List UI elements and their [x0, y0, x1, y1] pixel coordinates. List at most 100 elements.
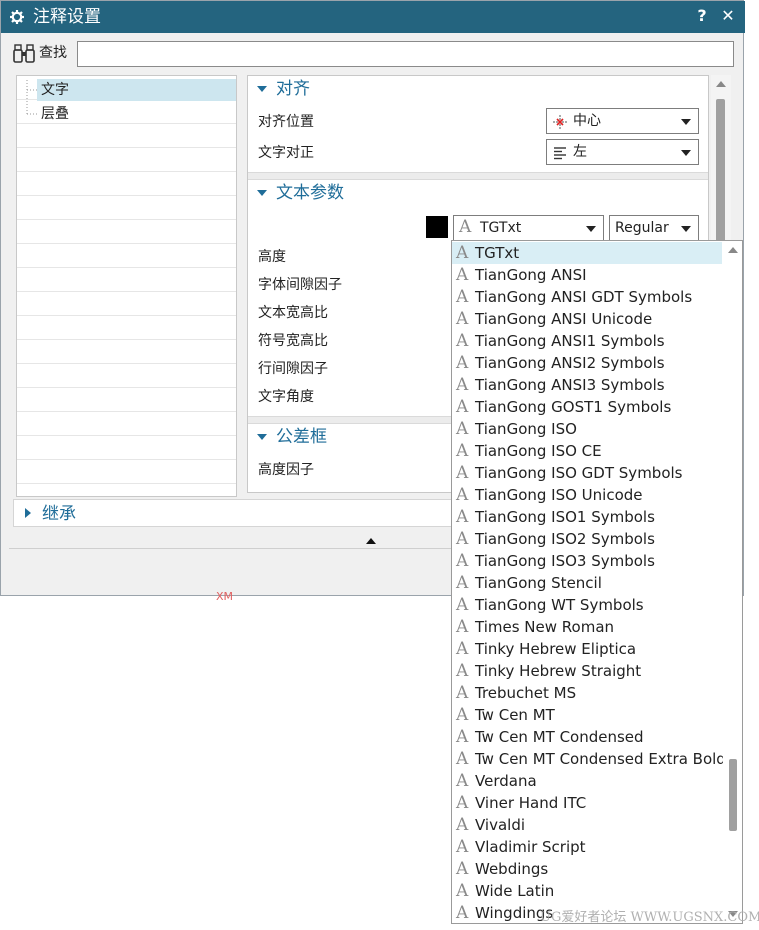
text-justify-select[interactable]: 左: [546, 139, 699, 165]
font-option[interactable]: A TianGong ISO GDT Symbols: [452, 462, 722, 484]
font-style-select[interactable]: Regular: [609, 215, 699, 241]
font-option-label: TianGong ISO: [475, 420, 577, 438]
font-option[interactable]: A TianGong WT Symbols: [452, 594, 722, 616]
font-option-label: TianGong GOST1 Symbols: [475, 398, 672, 416]
find-label: 查找: [39, 45, 67, 61]
chevron-down-icon: [681, 150, 691, 156]
font-icon: A: [456, 485, 469, 505]
font-icon: A: [456, 815, 469, 835]
font-icon: A: [456, 265, 469, 285]
font-icon: A: [456, 617, 469, 637]
font-option[interactable]: A TianGong ISO2 Symbols: [452, 528, 722, 550]
font-icon: A: [456, 331, 469, 351]
section-divider: [248, 172, 708, 180]
align-position-value: 中心: [573, 113, 601, 129]
font-option-label: Tw Cen MT Condensed: [475, 728, 644, 746]
font-icon: A: [456, 309, 469, 329]
scroll-up-icon[interactable]: [716, 81, 726, 87]
font-option[interactable]: A TianGong ANSI2 Symbols: [452, 352, 722, 374]
binoculars-icon: [13, 44, 35, 63]
font-option-label: Tinky Hebrew Straight: [475, 662, 642, 680]
align-position-select[interactable]: 中心: [546, 108, 699, 134]
param-label-height: 高度: [258, 249, 286, 265]
font-icon: A: [456, 705, 469, 725]
font-value: TGTxt: [480, 220, 522, 236]
font-option[interactable]: A Vivaldi: [452, 814, 722, 836]
font-option[interactable]: A Verdana: [452, 770, 722, 792]
chevron-down-icon: [681, 119, 691, 125]
font-option-label: Times New Roman: [475, 618, 615, 636]
font-option[interactable]: A TGTxt: [452, 242, 722, 264]
font-option[interactable]: A TianGong Stencil: [452, 572, 722, 594]
font-option[interactable]: A Vladimir Script: [452, 836, 722, 858]
align-left-icon: [554, 147, 566, 160]
font-option[interactable]: A Tw Cen MT Condensed Extra Bold: [452, 748, 726, 770]
font-option-label: Vivaldi: [475, 816, 526, 834]
font-option[interactable]: A Viner Hand ITC: [452, 792, 722, 814]
chevron-down-icon: [681, 226, 691, 232]
font-option[interactable]: A TianGong ISO: [452, 418, 722, 440]
param-label-text-aspect: 文本宽高比: [258, 305, 328, 321]
font-option[interactable]: A Tw Cen MT: [452, 704, 722, 726]
font-icon: A: [456, 375, 469, 395]
section-text-params-header[interactable]: 文本参数: [248, 180, 708, 208]
font-option-label: Tw Cen MT Condensed Extra Bold: [475, 750, 726, 768]
font-option[interactable]: A Tinky Hebrew Eliptica: [452, 638, 722, 660]
section-align-title: 对齐: [276, 79, 310, 99]
font-option-label: Webdings: [475, 860, 549, 878]
param-label-text-angle: 文字角度: [258, 389, 314, 405]
font-option[interactable]: A TianGong ISO CE: [452, 440, 722, 462]
settings-tree: 文字 层叠: [16, 75, 237, 497]
section-inherit-title: 继承: [42, 504, 76, 524]
text-color-swatch[interactable]: [426, 216, 448, 238]
font-option[interactable]: A Trebuchet MS: [452, 682, 722, 704]
collapse-icon: [257, 190, 267, 196]
gear-icon: [10, 10, 24, 24]
font-option-label: Viner Hand ITC: [475, 794, 587, 812]
font-option[interactable]: A Tw Cen MT Condensed: [452, 726, 722, 748]
font-option[interactable]: A TianGong ANSI: [452, 264, 722, 286]
section-text-params-title: 文本参数: [276, 183, 344, 203]
font-option-label: TianGong ANSI: [475, 266, 587, 284]
font-icon: A: [456, 793, 469, 813]
title-bar[interactable]: 注释设置 ? ✕: [1, 1, 745, 33]
help-button[interactable]: ?: [691, 5, 713, 27]
tree-item-text[interactable]: 文字: [37, 79, 236, 101]
dropdown-scrollbar[interactable]: [723, 241, 742, 923]
chevron-down-icon: [586, 226, 596, 232]
font-option[interactable]: A TianGong ANSI GDT Symbols: [452, 286, 722, 308]
collapse-up-icon[interactable]: [366, 538, 376, 544]
font-option[interactable]: A TianGong ANSI3 Symbols: [452, 374, 722, 396]
font-option[interactable]: A Tinky Hebrew Straight: [452, 660, 722, 682]
font-option[interactable]: A Times New Roman: [452, 616, 722, 638]
font-option-label: Trebuchet MS: [475, 684, 577, 702]
font-option[interactable]: A TianGong ISO Unicode: [452, 484, 722, 506]
font-option[interactable]: A TianGong GOST1 Symbols: [452, 396, 722, 418]
tree-item-stack[interactable]: 层叠: [37, 103, 73, 125]
font-icon: A: [456, 837, 469, 857]
font-option-label: TianGong ISO2 Symbols: [475, 530, 655, 548]
font-icon: A: [456, 903, 469, 923]
font-option[interactable]: A Wide Latin: [452, 880, 722, 902]
font-option-label: TianGong ISO1 Symbols: [475, 508, 655, 526]
font-option[interactable]: A TianGong ISO3 Symbols: [452, 550, 722, 572]
font-icon: A: [456, 441, 469, 461]
font-select[interactable]: A TGTxt: [453, 215, 604, 241]
scroll-up-icon[interactable]: [728, 247, 738, 253]
font-icon: A: [456, 507, 469, 527]
section-align-header[interactable]: 对齐: [248, 76, 708, 104]
font-icon: A: [456, 529, 469, 549]
dropdown-scroll-thumb[interactable]: [729, 759, 737, 831]
font-icon: A: [456, 859, 469, 879]
font-icon: A: [456, 881, 469, 901]
font-option[interactable]: A TianGong ANSI Unicode: [452, 308, 722, 330]
font-option[interactable]: A TianGong ISO1 Symbols: [452, 506, 722, 528]
find-input[interactable]: [77, 41, 734, 67]
font-option-label: TianGong ISO CE: [475, 442, 602, 460]
watermark-text: UG爱好者论坛 WWW.UGSNX.COM: [540, 910, 759, 925]
font-dropdown-list[interactable]: A TGTxt A TianGong ANSI A TianGong ANSI GDT S…: [451, 240, 743, 924]
font-option[interactable]: A Webdings: [452, 858, 722, 880]
close-button[interactable]: ✕: [717, 5, 739, 27]
font-option[interactable]: A TianGong ANSI1 Symbols: [452, 330, 722, 352]
font-icon: A: [456, 551, 469, 571]
